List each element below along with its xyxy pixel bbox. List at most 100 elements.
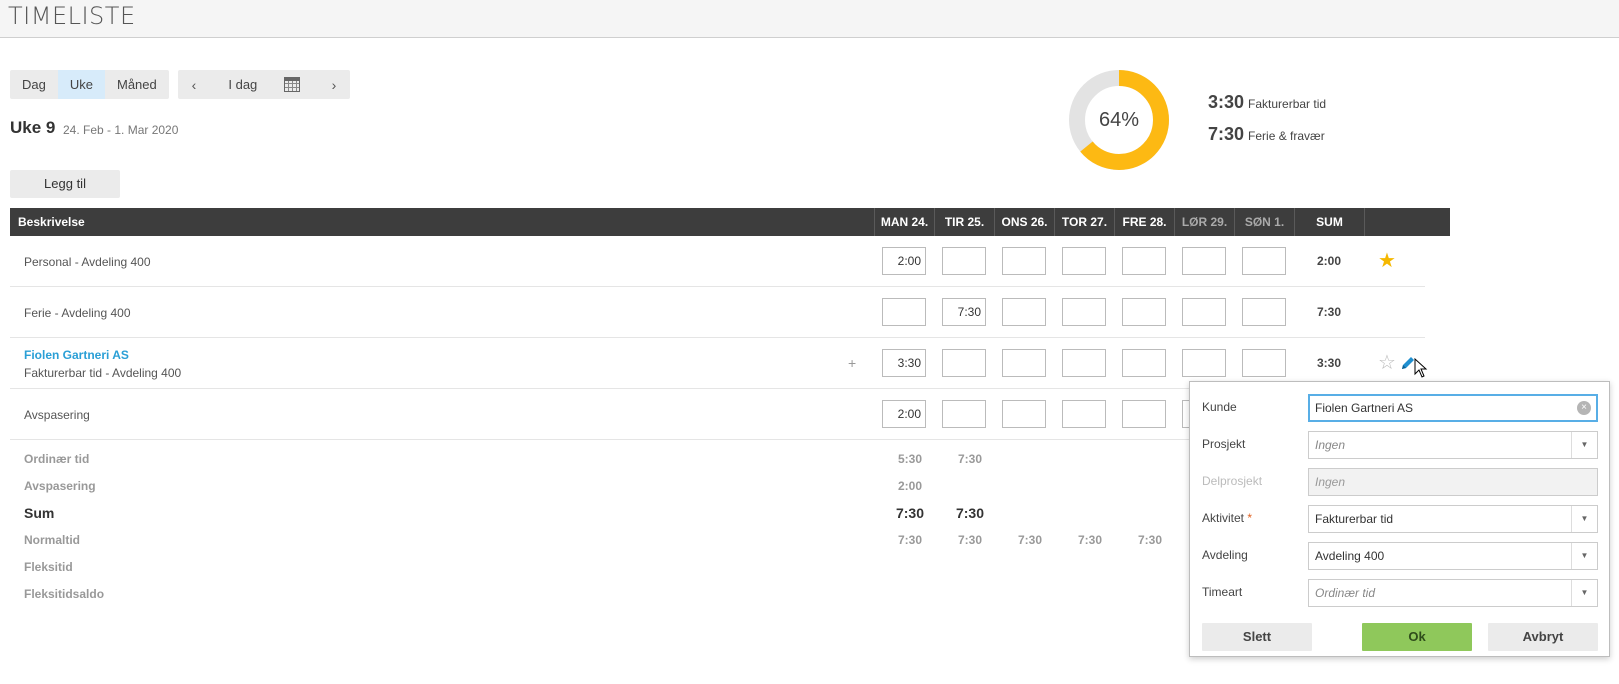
project-select[interactable]: Ingen ▼	[1308, 431, 1598, 459]
required-marker: *	[1247, 511, 1253, 525]
row-description: Avspasering	[24, 408, 90, 422]
subproject-field-value: Ingen	[1315, 475, 1346, 489]
hours-input-thu[interactable]	[1062, 298, 1106, 326]
hours-input-sun[interactable]	[1242, 298, 1286, 326]
hours-input-thu[interactable]	[1062, 247, 1106, 275]
hours-input-mon[interactable]	[882, 349, 926, 377]
chevron-down-icon[interactable]: ▼	[1571, 543, 1597, 569]
row-sum: 2:00	[1316, 254, 1342, 268]
favorite-star-icon[interactable]: ☆	[1378, 353, 1396, 373]
header-thu: TOR 27.	[1054, 208, 1114, 236]
delprosjekt-label: Delprosjekt	[1202, 474, 1263, 488]
row-description: Personal - Avdeling 400	[24, 255, 151, 269]
edit-entry-popup: Kunde Fiolen Gartneri AS × Prosjekt Inge…	[1189, 381, 1610, 657]
summary-value: 7:30	[895, 505, 925, 521]
hours-input-wed[interactable]	[1002, 349, 1046, 377]
customer-field-value: Fiolen Gartneri AS	[1315, 401, 1414, 415]
hours-input-sun[interactable]	[1242, 247, 1286, 275]
donut-percent-label: 64%	[1098, 109, 1140, 131]
hours-input-tue[interactable]	[942, 298, 986, 326]
hours-input-sat[interactable]	[1182, 298, 1226, 326]
ok-button[interactable]: Ok	[1362, 623, 1472, 651]
aktivitet-label: Aktivitet *	[1202, 511, 1252, 525]
hours-input-mon[interactable]	[882, 298, 926, 326]
chevron-down-icon[interactable]: ▼	[1571, 580, 1597, 606]
week-title: Uke 9	[10, 118, 56, 137]
hours-input-fri[interactable]	[1122, 298, 1166, 326]
stat-billable-value: 3:30	[1208, 92, 1245, 112]
summary-value: 7:30	[955, 505, 985, 521]
calendar-icon[interactable]	[283, 77, 300, 92]
summary-value: 7:30	[897, 533, 923, 547]
row-sum: 3:30	[1316, 356, 1342, 370]
hours-input-sun[interactable]	[1242, 349, 1286, 377]
tab-month[interactable]: Måned	[105, 70, 169, 99]
today-button[interactable]: I dag	[228, 77, 257, 92]
department-select-value: Avdeling 400	[1315, 549, 1385, 563]
chevron-down-icon[interactable]: ▼	[1571, 432, 1597, 458]
activity-select[interactable]: Fakturerbar tid ▼	[1308, 505, 1598, 533]
favorite-star-icon[interactable]: ★	[1378, 251, 1396, 271]
add-entry-button[interactable]: Legg til	[10, 170, 120, 198]
hours-input-sat[interactable]	[1182, 349, 1226, 377]
row-customer-link[interactable]: Fiolen Gartneri AS	[24, 348, 129, 362]
row-description: Ferie - Avdeling 400	[24, 306, 131, 320]
row-description: Fakturerbar tid - Avdeling 400	[24, 366, 182, 380]
header-fri: FRE 28.	[1114, 208, 1174, 236]
header-mon: MAN 24.	[874, 208, 934, 236]
stat-billable: 3:30 Fakturerbar tid	[1208, 92, 1326, 113]
add-comment-plus-icon[interactable]: +	[848, 355, 856, 371]
hours-input-sat[interactable]	[1182, 247, 1226, 275]
hours-input-fri[interactable]	[1122, 349, 1166, 377]
hours-input-thu[interactable]	[1062, 400, 1106, 428]
tab-week[interactable]: Uke	[57, 70, 105, 99]
table-header: Beskrivelse MAN 24. TIR 25. ONS 26. TOR …	[10, 208, 1450, 236]
hours-input-thu[interactable]	[1062, 349, 1106, 377]
hours-input-tue[interactable]	[942, 247, 986, 275]
project-select-value: Ingen	[1315, 438, 1346, 452]
summary-label: Avspasering	[24, 479, 96, 493]
date-navigator: ‹ I dag ›	[178, 70, 350, 99]
hours-input-wed[interactable]	[1002, 247, 1046, 275]
hours-input-tue[interactable]	[942, 349, 986, 377]
summary-value: 2:00	[897, 479, 923, 493]
department-select[interactable]: Avdeling 400 ▼	[1308, 542, 1598, 570]
hours-input-fri[interactable]	[1122, 247, 1166, 275]
hours-input-wed[interactable]	[1002, 298, 1046, 326]
next-week-button[interactable]: ›	[326, 77, 342, 93]
cancel-button[interactable]: Avbryt	[1488, 623, 1598, 651]
page-title: TIMELISTE	[8, 2, 136, 30]
chevron-down-icon[interactable]: ▼	[1571, 506, 1597, 532]
kunde-label: Kunde	[1202, 400, 1237, 414]
summary-value: 7:30	[1137, 533, 1163, 547]
mouse-cursor-icon	[1414, 358, 1428, 378]
aktivitet-label-text: Aktivitet	[1202, 511, 1245, 525]
summary-value: 7:30	[1077, 533, 1103, 547]
view-switcher: Dag Uke Måned	[10, 70, 169, 99]
header-sat: LØR 29.	[1174, 208, 1234, 236]
header-actions	[1364, 208, 1450, 236]
hour-type-select[interactable]: Ordinær tid ▼	[1308, 579, 1598, 607]
hours-input-wed[interactable]	[1002, 400, 1046, 428]
activity-select-value: Fakturerbar tid	[1315, 512, 1394, 526]
hours-input-mon[interactable]	[882, 400, 926, 428]
row-sum: 7:30	[1316, 305, 1342, 319]
hours-input-mon[interactable]	[882, 247, 926, 275]
table-row: Personal - Avdeling 400 2:00 ★	[10, 236, 1425, 287]
top-bar: TIMELISTE	[0, 0, 1619, 38]
summary-label: Normaltid	[24, 533, 81, 547]
customer-field[interactable]: Fiolen Gartneri AS ×	[1308, 394, 1598, 422]
summary-label: Ordinær tid	[24, 452, 90, 466]
stat-billable-label: Fakturerbar tid	[1248, 97, 1327, 111]
hours-input-tue[interactable]	[942, 400, 986, 428]
tab-day[interactable]: Dag	[10, 70, 58, 99]
header-wed: ONS 26.	[994, 208, 1054, 236]
delete-button[interactable]: Slett	[1202, 623, 1312, 651]
header-description: Beskrivelse	[18, 215, 85, 229]
summary-label: Fleksitid	[24, 560, 73, 574]
subproject-field: Ingen	[1308, 468, 1598, 496]
table-row: Ferie - Avdeling 400 7:30	[10, 287, 1425, 338]
previous-week-button[interactable]: ‹	[186, 77, 202, 93]
clear-icon[interactable]: ×	[1577, 401, 1591, 415]
hours-input-fri[interactable]	[1122, 400, 1166, 428]
